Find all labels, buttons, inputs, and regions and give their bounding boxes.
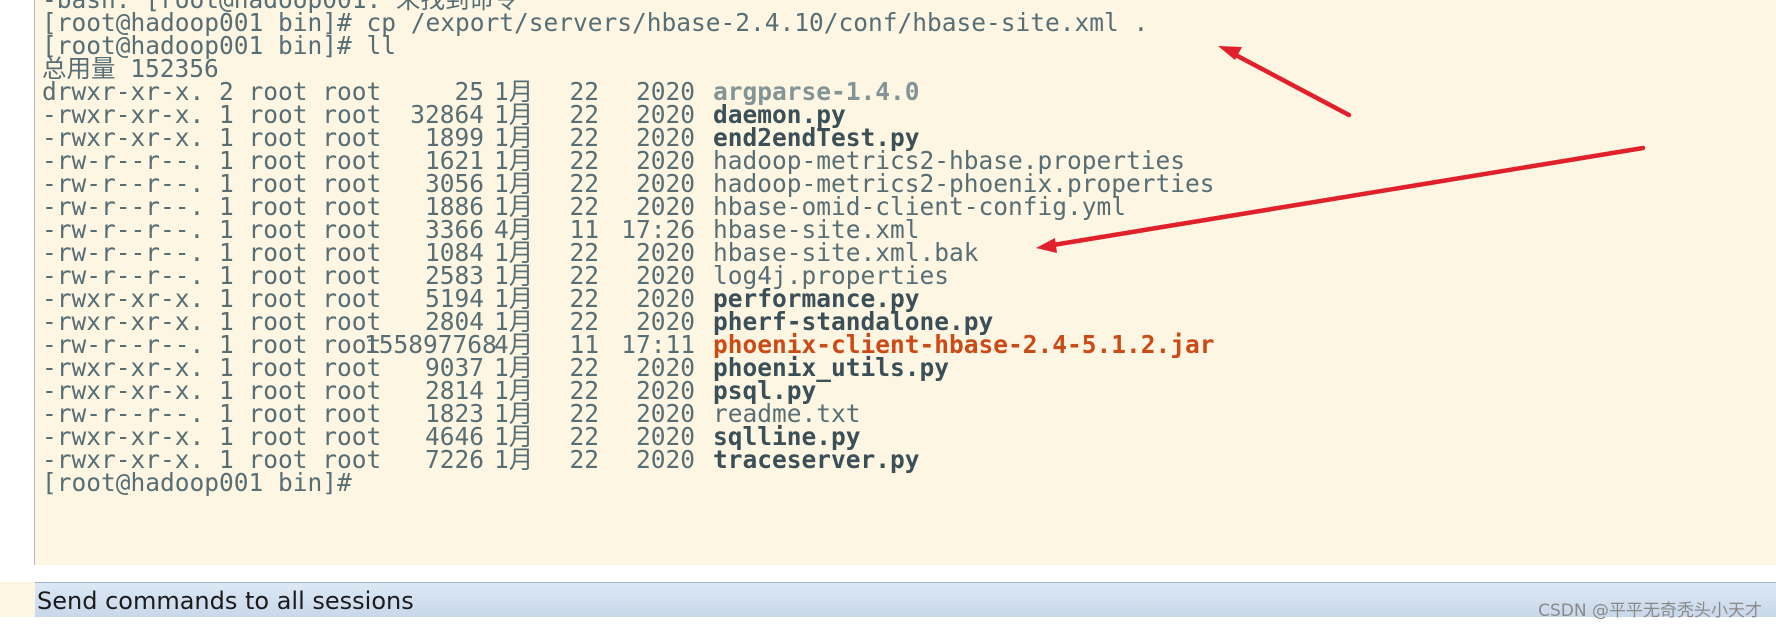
cp-command: cp /export/servers/hbase-2.4.10/conf/hba… bbox=[366, 8, 1149, 37]
send-commands-label: Send commands to all sessions bbox=[37, 587, 414, 615]
terminal-output[interactable]: -bash: [root@hadoop001: 未找到命令 [root@hado… bbox=[35, 0, 1776, 565]
separator-band bbox=[0, 565, 1776, 582]
file-day: 22 bbox=[569, 445, 599, 474]
terminal-window: -bash: [root@hadoop001: 未找到命令 [root@hado… bbox=[0, 0, 1776, 625]
window-left-margin bbox=[0, 0, 35, 565]
file-month: 1月 bbox=[494, 445, 534, 474]
bottom-strip bbox=[0, 617, 1776, 625]
watermark: CSDN @平平无奇秃头小天才 bbox=[1538, 601, 1762, 621]
ll-command: ll bbox=[366, 31, 397, 60]
final-prompt-line: [root@hadoop001 bin]# bbox=[42, 468, 352, 497]
send-commands-bar[interactable]: Send commands to all sessions bbox=[35, 582, 1776, 618]
file-time: 2020 bbox=[635, 445, 695, 474]
file-size: 7226 bbox=[424, 445, 484, 474]
file-name: traceserver.py bbox=[713, 445, 920, 474]
